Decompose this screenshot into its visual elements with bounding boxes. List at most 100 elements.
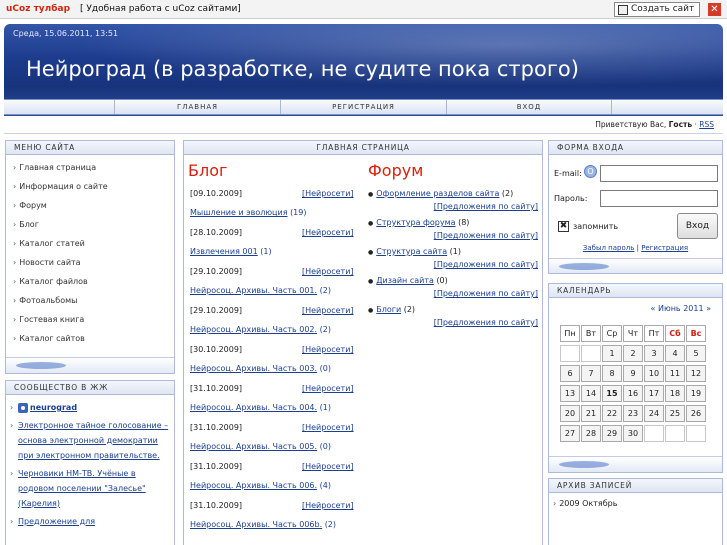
calendar-day: 10 <box>644 365 664 382</box>
site-title: Нейроград (в разработке, не судите пока … <box>26 57 579 81</box>
close-toolbar-icon[interactable]: ✕ <box>708 3 721 16</box>
email-field[interactable] <box>600 165 718 182</box>
nav-home[interactable]: ГЛАВНАЯ <box>114 100 280 114</box>
create-site-button[interactable]: Создать сайт <box>614 2 701 17</box>
blog-entry-category[interactable]: [Нейросети] <box>302 186 354 201</box>
bullet-icon: ● <box>368 249 374 256</box>
calendar-day: 17 <box>644 385 664 402</box>
blog-entry-category[interactable]: [Нейросети] <box>302 225 354 240</box>
blog-entry-category[interactable]: [Нейросети] <box>302 342 354 357</box>
blog-entry-title[interactable]: Нейросоц. Архивы. Часть 003. <box>190 364 317 373</box>
calendar-day: 13 <box>560 385 580 402</box>
bullet-icon: ● <box>368 191 374 198</box>
menu-item-blog[interactable]: › Блог <box>6 215 174 234</box>
chevron-right-icon: › <box>13 334 17 343</box>
forum-section-link[interactable]: [Предложения по сайту] <box>434 259 538 271</box>
calendar-weekday: Чт <box>623 325 643 342</box>
calendar-weekday: Вс <box>686 325 706 342</box>
blog-entry-comments[interactable]: (1) <box>320 403 331 412</box>
site-menu-list: › Главная страница › Информация о сайте › Ф… <box>6 155 174 348</box>
forum-topic-link[interactable]: Дизайн сайта <box>376 276 434 285</box>
community-post-link[interactable]: Электронное тайное голосование – основа … <box>18 421 168 460</box>
rss-link[interactable]: RSS <box>699 120 714 129</box>
chevron-right-icon: › <box>10 403 14 412</box>
menu-item-forum[interactable]: › Форум <box>6 196 174 215</box>
blog-entry-category[interactable]: [Нейросети] <box>302 303 354 318</box>
blog-entry-category[interactable]: [Нейросети] <box>302 420 354 435</box>
blog-entry-comments[interactable]: (19) <box>290 208 306 217</box>
menu-item-files[interactable]: › Каталог файлов <box>6 272 174 291</box>
remember-checkbox[interactable]: ✖ <box>558 221 569 232</box>
calendar-day: 6 <box>560 365 580 382</box>
forum-section-link[interactable]: [Предложения по сайту] <box>434 288 538 300</box>
forum-topic-link[interactable]: Оформление разделов сайта <box>376 189 499 198</box>
calendar-empty-cell <box>665 425 685 442</box>
menu-item-label: Новости сайта <box>19 258 81 267</box>
archive-item[interactable]: › 2009 Октябрь <box>549 493 722 508</box>
forum-section-link[interactable]: [Предложения по сайту] <box>434 201 538 213</box>
email-label: E-mail: <box>554 169 582 178</box>
community-post-link[interactable]: Предложение для <box>18 517 95 526</box>
blog-entry-category[interactable]: [Нейросети] <box>302 381 354 396</box>
menu-item-sites[interactable]: › Каталог сайтов <box>6 329 174 348</box>
lj-user-link[interactable]: neurograd <box>18 400 77 415</box>
calendar-month-nav[interactable]: « Июнь 2011 » <box>549 304 722 313</box>
blog-entry-comments[interactable]: (2) <box>320 286 331 295</box>
forum-topic: ● Дизайн сайта (0) <box>368 275 448 288</box>
password-field[interactable] <box>600 190 718 207</box>
calendar-weekday: Пн <box>560 325 580 342</box>
blog-entry: Мышление и эволюция (19) <box>190 205 306 220</box>
nav-login[interactable]: ВХОД <box>446 100 612 114</box>
blog-entry-title[interactable]: Нейросоц. Архивы. Часть 004. <box>190 403 317 412</box>
blog-entry-date: [31.10.2009] <box>190 462 243 471</box>
blog-entry-title[interactable]: Нейросоц. Архивы. Часть 006b. <box>190 520 322 529</box>
chevron-right-icon: › <box>13 201 17 210</box>
blog-entry-title[interactable]: Нейросоц. Архивы. Часть 005. <box>190 442 317 451</box>
blog-entry-title[interactable]: Нейросоц. Архивы. Часть 006. <box>190 481 317 490</box>
blog-entry-comments[interactable]: (0) <box>320 442 331 451</box>
blog-entry-title[interactable]: Мышление и эволюция <box>190 208 288 217</box>
menu-item-articles[interactable]: › Каталог статей <box>6 234 174 253</box>
lj-username[interactable]: neurograd <box>30 400 77 415</box>
blog-entry-title[interactable]: Нейросоц. Архивы. Часть 002. <box>190 325 317 334</box>
forum-section-link[interactable]: [Предложения по сайту] <box>434 230 538 242</box>
greeting-prefix: Приветствую Вас, <box>595 120 669 129</box>
blog-entry-comments[interactable]: (0) <box>320 364 331 373</box>
forgot-password-link[interactable]: Забыл пароль <box>583 244 635 252</box>
blog-entry-title[interactable]: Извлечения 001 <box>190 247 258 256</box>
chevron-right-icon: › <box>13 239 17 248</box>
toolbar-brand-link[interactable]: uCoz тулбар <box>6 4 70 14</box>
calendar-empty-cell <box>560 345 580 362</box>
main-page-title: ГЛАВНАЯ СТРАНИЦА <box>184 141 542 155</box>
login-button[interactable]: Вход <box>677 213 718 239</box>
calendar-day: 19 <box>686 385 706 402</box>
blog-entry-title[interactable]: Нейросоц. Архивы. Часть 001. <box>190 286 317 295</box>
blog-entry-comments[interactable]: (2) <box>320 325 331 334</box>
blog-entry: Извлечения 001 (1) <box>190 244 272 259</box>
blog-entry-comments[interactable]: (4) <box>320 481 331 490</box>
blog-entry-category[interactable]: [Нейросети] <box>302 498 354 513</box>
forum-section-link[interactable]: [Предложения по сайту] <box>434 317 538 329</box>
blog-entry-date: [29.10.2009] <box>190 306 243 315</box>
nav-register[interactable]: РЕГИСТРАЦИЯ <box>280 100 446 114</box>
menu-item-guestbook[interactable]: › Гостевая книга <box>6 310 174 329</box>
blog-entry-category[interactable]: [Нейросети] <box>302 459 354 474</box>
blog-entry-comments[interactable]: (1) <box>260 247 271 256</box>
register-link[interactable]: Регистрация <box>641 244 688 252</box>
blog-entry-category[interactable]: [Нейросети] <box>302 264 354 279</box>
openid-icon[interactable]: O <box>584 165 597 178</box>
community-post-link[interactable]: Черновики НМ-ТВ. Учёные в родовом поселе… <box>18 469 146 508</box>
forum-topic-link[interactable]: Блоги <box>376 305 401 314</box>
menu-item-info[interactable]: › Информация о сайте <box>6 177 174 196</box>
calendar-weekday: Ср <box>602 325 622 342</box>
forum-topic-link[interactable]: Структура сайта <box>376 247 447 256</box>
toolbar-slogan-link[interactable]: [ Удобная работа с uCoz сайтами] <box>80 4 241 14</box>
menu-item-home[interactable]: › Главная страница <box>6 158 174 177</box>
forum-topic-link[interactable]: Структура форума <box>376 218 455 227</box>
blog-entry-comments[interactable]: (2) <box>325 520 336 529</box>
lj-user-icon <box>18 402 28 413</box>
calendar-day: 27 <box>560 425 580 442</box>
home-icon <box>618 4 628 15</box>
menu-item-photos[interactable]: › Фотоальбомы <box>6 291 174 310</box>
menu-item-news[interactable]: › Новости сайта <box>6 253 174 272</box>
